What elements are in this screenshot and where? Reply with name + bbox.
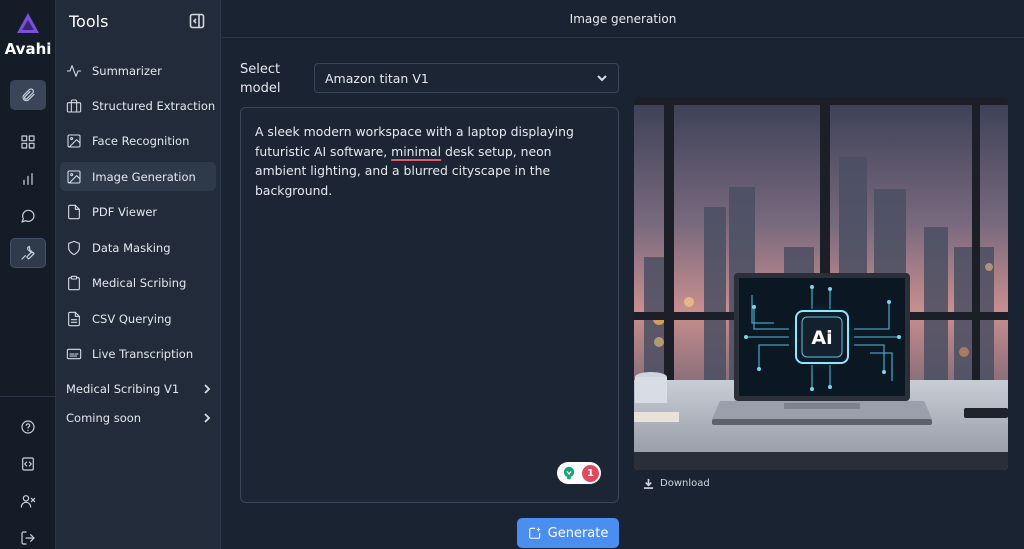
grid-icon	[21, 135, 35, 149]
select-model-label: Select model	[240, 62, 281, 96]
sidebar-group-label: Medical Scribing V1	[66, 382, 180, 396]
clipboard-icon	[66, 275, 82, 291]
sidebar-item-live-transcription[interactable]: Live Transcription	[60, 339, 216, 368]
sidebar-item-label: Summarizer	[92, 63, 162, 78]
sidebar-collapse-icon	[189, 13, 205, 29]
chevron-right-icon	[204, 413, 211, 423]
wrench-icon	[21, 245, 35, 260]
download-icon	[643, 478, 654, 489]
attachments-nav-button[interactable]	[10, 80, 46, 110]
briefcase-icon	[66, 98, 82, 114]
generated-image-graphic: Ai	[634, 97, 1008, 470]
grammar-issue-count: 1	[582, 464, 599, 482]
sidebar-item-pdf-viewer[interactable]: PDF Viewer	[60, 197, 216, 226]
icon-rail: Avahi	[0, 0, 56, 549]
flagged-word[interactable]: minimal	[391, 144, 441, 159]
sidebar-item-data-masking[interactable]: Data Masking	[60, 233, 216, 262]
code-icon	[22, 457, 34, 471]
chat-nav-button[interactable]	[10, 201, 46, 231]
sidebar-item-structured-extraction[interactable]: Structured Extraction	[60, 91, 216, 120]
rail-divider	[0, 396, 56, 397]
analytics-nav-button[interactable]	[10, 164, 46, 194]
user-remove-nav-button[interactable]	[10, 486, 46, 516]
prompt-textarea[interactable]: A sleek modern workspace with a laptop d…	[240, 107, 619, 503]
logout-nav-button[interactable]	[10, 523, 46, 549]
developer-nav-button[interactable]	[10, 449, 46, 479]
sidebar-item-medical-scribing[interactable]: Medical Scribing	[60, 268, 216, 297]
sidebar-group-label: Coming soon	[66, 411, 142, 425]
sidebar-item-summarizer[interactable]: Summarizer	[60, 56, 216, 85]
bulb-icon	[563, 466, 575, 480]
dashboard-nav-button[interactable]	[10, 127, 46, 157]
sidebar-item-label: Medical Scribing	[92, 275, 187, 290]
activity-icon	[66, 63, 82, 79]
image-icon	[66, 133, 82, 149]
file-icon	[66, 204, 82, 220]
chat-icon	[21, 209, 35, 223]
chevron-down-icon	[597, 75, 607, 82]
bar-chart-icon	[23, 173, 33, 185]
page-title: Image generation	[569, 11, 677, 26]
help-icon	[21, 420, 35, 434]
grammar-checker-badge[interactable]: 1	[557, 462, 601, 484]
avahi-logo-icon	[17, 13, 39, 33]
paperclip-icon	[22, 88, 35, 102]
sidebar-item-label: CSV Querying	[92, 311, 172, 326]
image-icon	[66, 169, 82, 185]
download-button[interactable]: Download	[643, 478, 710, 489]
chevron-right-icon	[204, 384, 211, 394]
sidebar-item-label: Data Masking	[92, 240, 171, 255]
tools-nav-button[interactable]	[10, 238, 46, 268]
captions-icon	[66, 346, 82, 362]
sidebar-group-medical-scribing-v1[interactable]: Medical Scribing V1	[66, 378, 212, 400]
sidebar-item-label: Structured Extraction	[92, 98, 216, 113]
sidebar-item-face-recognition[interactable]: Face Recognition	[60, 126, 216, 155]
sidebar-item-label: PDF Viewer	[92, 204, 158, 219]
generated-image: Ai	[634, 97, 1008, 470]
user-remove-icon	[20, 495, 36, 508]
tools-sidebar: Tools Summarizer Structured Extraction F…	[56, 0, 221, 549]
sidebar-item-image-generation[interactable]: Image Generation	[60, 162, 216, 191]
sidebar-group-coming-soon[interactable]: Coming soon	[66, 407, 212, 429]
help-nav-button[interactable]	[10, 412, 46, 442]
laptop-screen-text: Ai	[811, 327, 832, 349]
prompt-text: A sleek modern workspace with a laptop d…	[255, 122, 605, 200]
logout-icon	[21, 531, 35, 545]
image-plus-icon	[528, 527, 540, 539]
model-select-value: Amazon titan V1	[325, 70, 429, 86]
generate-button[interactable]: Generate	[517, 518, 619, 548]
model-select[interactable]: Amazon titan V1	[314, 63, 619, 93]
download-label: Download	[660, 478, 710, 489]
sidebar-item-label: Face Recognition	[92, 133, 190, 148]
page-header: Image generation	[222, 0, 1024, 38]
file-text-icon	[66, 311, 82, 327]
sidebar-title: Tools	[69, 12, 109, 31]
shield-icon	[66, 240, 82, 256]
sidebar-item-label: Live Transcription	[92, 346, 194, 361]
sidebar-item-label: Image Generation	[92, 169, 196, 184]
collapse-sidebar-button[interactable]	[189, 13, 205, 29]
generate-button-label: Generate	[547, 525, 609, 541]
brand-name: Avahi	[4, 40, 52, 58]
sidebar-item-csv-querying[interactable]: CSV Querying	[60, 304, 216, 333]
